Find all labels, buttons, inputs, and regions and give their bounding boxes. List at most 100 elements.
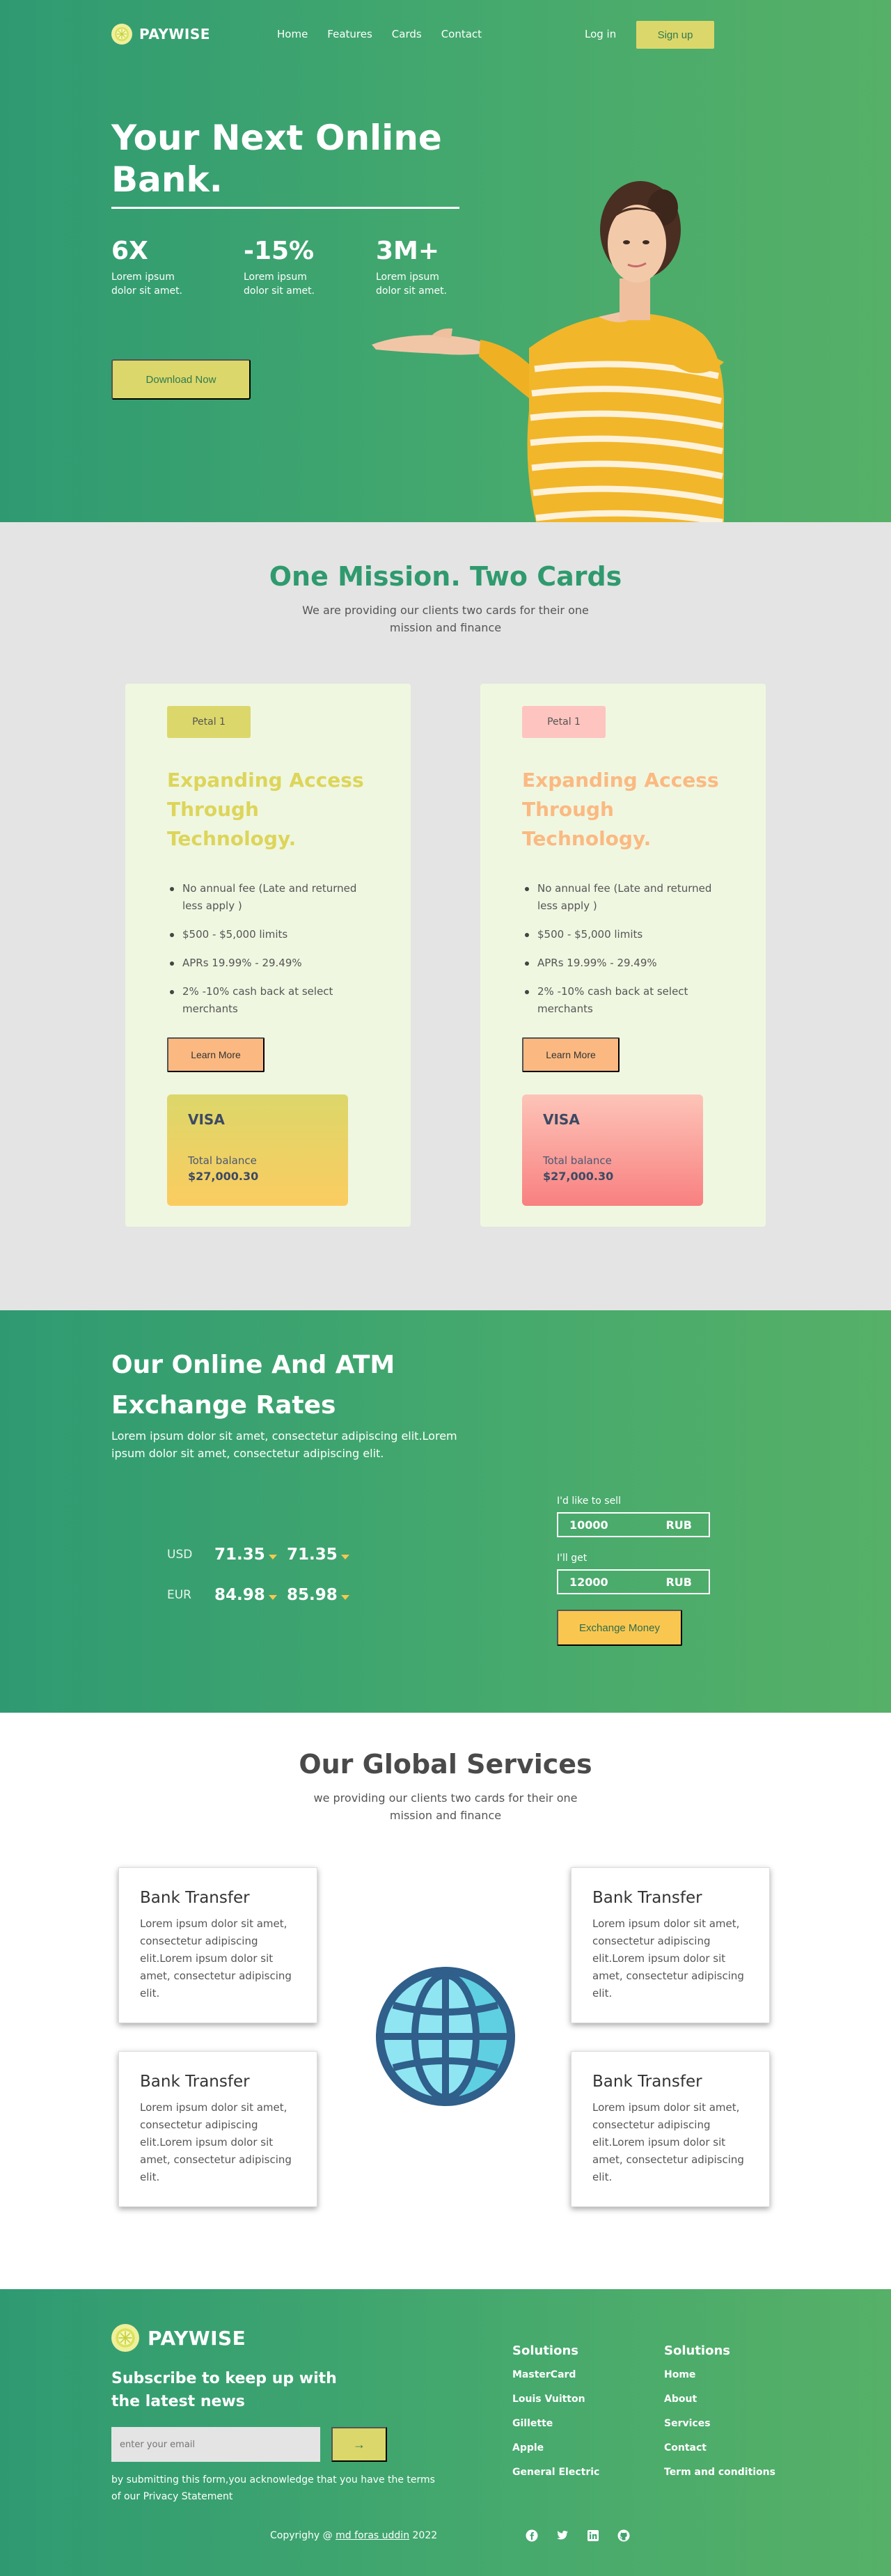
footer-column-title: Solutions [512, 2343, 578, 2358]
visa-card: VISA Total balance $27,000.30 [522, 1094, 703, 1206]
mission-section: One Mission. Two Cards We are providing … [0, 522, 891, 1310]
rate-buy: 84.98 [214, 1586, 287, 1604]
arrow-right-icon: → [353, 2437, 365, 2451]
service-title: Bank Transfer [592, 1889, 702, 1907]
footer-column: Solutions MasterCard Louis Vuitton Gille… [512, 2343, 599, 2490]
rate-sell-value: 71.35 [287, 1546, 338, 1564]
caret-down-icon [268, 1594, 277, 1600]
learn-more-button[interactable]: Learn More [167, 1037, 265, 1072]
get-label: I'll get [557, 1553, 588, 1564]
learn-more-button[interactable]: Learn More [522, 1037, 620, 1072]
exchange-form: I'd like to sell 10000 RUB I'll get 1200… [557, 1495, 717, 1646]
stat-item: -15% Lorem ipsum dolor sit amet. [244, 235, 376, 298]
service-card[interactable]: Bank Transfer Lorem ipsum dolor sit amet… [118, 2051, 317, 2207]
service-text: Lorem ipsum dolor sit amet, consectetur … [140, 2101, 292, 2183]
subscribe-heading: Subscribe to keep up with the latest new… [111, 2370, 337, 2410]
balance-amount: $27,000.30 [188, 1170, 259, 1183]
caret-down-icon [340, 1554, 349, 1560]
sell-amount-value: 10000 [569, 1518, 608, 1532]
get-amount-value: 12000 [569, 1575, 608, 1589]
sell-amount-field[interactable]: 10000 RUB [557, 1512, 710, 1537]
service-card[interactable]: Bank Transfer Lorem ipsum dolor sit amet… [571, 1867, 770, 2023]
service-card[interactable]: Bank Transfer Lorem ipsum dolor sit amet… [571, 2051, 770, 2207]
nav-link-features[interactable]: Features [327, 28, 372, 40]
download-now-button[interactable]: Download Now [111, 359, 251, 400]
linkedin-icon[interactable] [586, 2529, 600, 2543]
footer-link[interactable]: Apple [512, 2441, 599, 2455]
stat-text: Lorem ipsum dolor sit amet. [111, 272, 183, 297]
footer-link[interactable]: Services [664, 2417, 775, 2430]
brand-name: PAYWISE [139, 26, 210, 42]
rate-buy-value: 71.35 [214, 1546, 265, 1564]
sell-label: I'd like to sell [557, 1495, 621, 1507]
feature-item: $500 - $5,000 limits [167, 926, 376, 943]
get-amount-field[interactable]: 12000 RUB [557, 1569, 710, 1594]
services-title: Our Global Services [299, 1749, 592, 1780]
service-title: Bank Transfer [140, 1889, 250, 1907]
service-card[interactable]: Bank Transfer Lorem ipsum dolor sit amet… [118, 1867, 317, 2023]
exchange-section: Our Online And ATM Exchange Rates Lorem … [0, 1310, 891, 1713]
mission-subtitle: We are providing our clients two cards f… [302, 604, 589, 634]
feature-item: APRs 19.99% - 29.49% [167, 955, 376, 972]
exchange-money-button[interactable]: Exchange Money [557, 1610, 682, 1646]
rate-sell: 85.98 [287, 1586, 359, 1604]
top-nav: PAYWISE Home Features Cards Contact Log … [111, 21, 714, 52]
service-title: Bank Transfer [592, 2073, 702, 2091]
card-panel: Petal 1 Expanding Access Through Technol… [125, 684, 411, 1227]
email-input[interactable] [111, 2427, 320, 2462]
rate-sell-value: 85.98 [287, 1586, 338, 1604]
nav-links: Home Features Cards Contact [277, 28, 482, 40]
exchange-description: Lorem ipsum dolor sit amet, consectetur … [111, 1429, 457, 1460]
footer-link[interactable]: MasterCard [512, 2368, 599, 2382]
copyright-year: 2022 [409, 2530, 438, 2541]
get-currency: RUB [665, 1575, 692, 1589]
brand-logo[interactable]: PAYWISE [111, 24, 210, 45]
rate-currency: USD [167, 1548, 193, 1562]
privacy-note: by submitting this form,you acknowledge … [111, 2474, 435, 2502]
feature-item: No annual fee (Late and returned less ap… [522, 880, 731, 915]
mission-title: One Mission. Two Cards [269, 561, 622, 592]
visa-brand: VISA [188, 1111, 225, 1128]
rate-buy-value: 84.98 [214, 1586, 265, 1604]
footer-column-title: Solutions [664, 2343, 730, 2358]
footer-link[interactable]: General Electric [512, 2465, 599, 2479]
footer-link[interactable]: Gillette [512, 2417, 599, 2430]
twitter-icon[interactable] [555, 2529, 569, 2543]
stat-number: -15% [244, 237, 315, 265]
rate-currency: EUR [167, 1588, 191, 1602]
feature-item: APRs 19.99% - 29.49% [522, 955, 731, 972]
hero-woman-illustration [372, 181, 724, 522]
card-badge: Petal 1 [522, 706, 606, 738]
card-heading: Expanding Access Through Technology. [522, 769, 719, 850]
footer-link[interactable]: Term and conditions [664, 2465, 775, 2479]
nav-link-home[interactable]: Home [277, 28, 308, 40]
nav-link-contact[interactable]: Contact [441, 28, 482, 40]
copyright: Copyrighy @ md foras uddin 2022 [270, 2530, 437, 2541]
sell-currency: RUB [665, 1518, 692, 1532]
footer-logo[interactable]: PAYWISE [111, 2324, 246, 2352]
facebook-icon[interactable] [525, 2529, 539, 2543]
footer-link[interactable]: About [664, 2392, 775, 2406]
stat-text: Lorem ipsum dolor sit amet. [244, 272, 315, 297]
feature-item: 2% -10% cash back at select merchants [167, 983, 376, 1018]
feature-list: No annual fee (Late and returned less ap… [522, 880, 731, 1029]
subscribe-button[interactable]: → [331, 2427, 387, 2462]
footer-link[interactable]: Home [664, 2368, 775, 2382]
social-links [525, 2529, 631, 2543]
copyright-prefix: Copyrighy @ [270, 2530, 336, 2541]
footer-link[interactable]: Louis Vuitton [512, 2392, 599, 2406]
footer-link[interactable]: Contact [664, 2441, 775, 2455]
service-title: Bank Transfer [140, 2073, 250, 2091]
lemon-slice-icon [111, 2324, 139, 2352]
balance-label: Total balance [543, 1154, 612, 1167]
nav-link-cards[interactable]: Cards [392, 28, 422, 40]
feature-item: 2% -10% cash back at select merchants [522, 983, 731, 1018]
balance-amount: $27,000.30 [543, 1170, 614, 1183]
github-icon[interactable] [617, 2529, 631, 2543]
login-link[interactable]: Log in [585, 28, 616, 40]
author-link[interactable]: md foras uddin [336, 2530, 409, 2541]
signup-button[interactable]: Sign up [636, 21, 714, 49]
hero-section: PAYWISE Home Features Cards Contact Log … [0, 0, 891, 522]
card-heading: Expanding Access Through Technology. [167, 769, 364, 850]
exchange-title: Our Online And ATM Exchange Rates [111, 1351, 395, 1420]
